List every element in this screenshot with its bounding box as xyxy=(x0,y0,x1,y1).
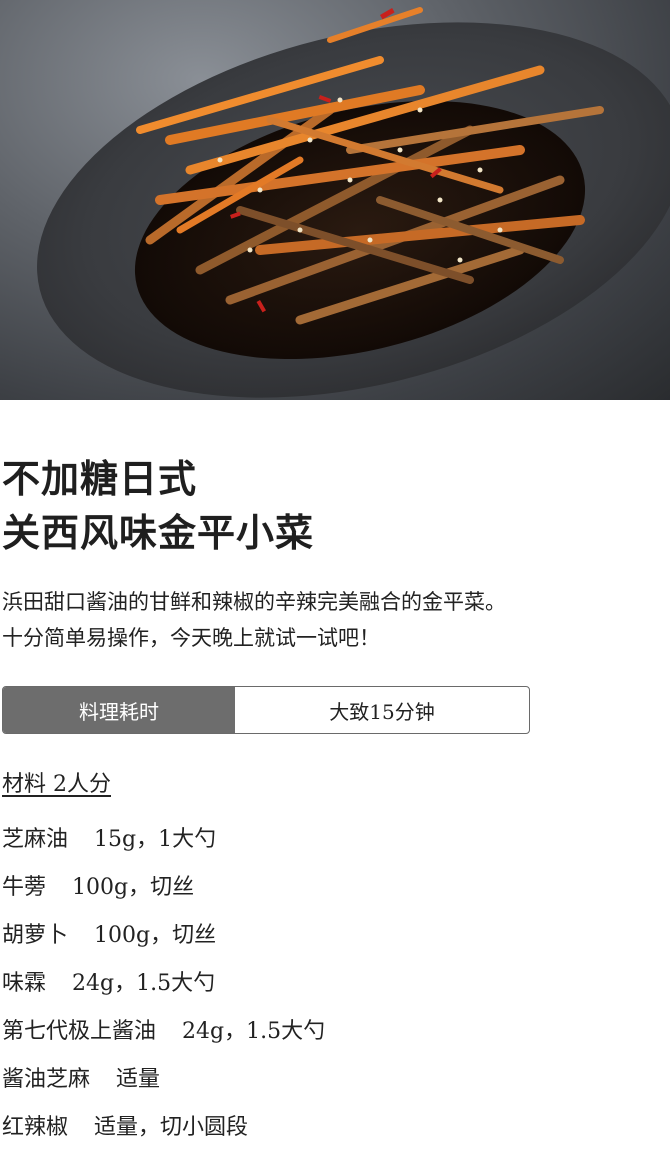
ingredient-row: 胡萝卜 100g，切丝 xyxy=(2,912,670,960)
ingredient-row: 芝麻油 15g，1大勺 xyxy=(2,816,670,864)
cook-time-box: 料理耗时 大致15分钟 xyxy=(2,686,530,734)
description-line-2: 十分简单易操作，今天晚上就试一试吧！ xyxy=(2,626,380,650)
ingredient-name: 味霖 xyxy=(2,971,47,996)
ingredient-name: 芝麻油 xyxy=(2,827,69,852)
ingredient-name: 牛蒡 xyxy=(2,875,47,900)
title-line-2: 关西风味金平小菜 xyxy=(2,510,315,555)
ingredient-row: 牛蒡 100g，切丝 xyxy=(2,864,670,912)
ingredient-amount: 适量，切小圆段 xyxy=(94,1115,249,1140)
ingredient-amount: 24g，1.5大勺 xyxy=(72,971,216,996)
ingredient-row: 味霖 24g，1.5大勺 xyxy=(2,960,670,1008)
ingredient-name: 红辣椒 xyxy=(2,1115,69,1140)
hero-photo xyxy=(0,0,670,400)
ingredient-row: 红辣椒 适量，切小圆段 xyxy=(2,1104,670,1152)
title-line-1: 不加糖日式 xyxy=(2,456,198,501)
ingredient-name: 第七代极上酱油 xyxy=(2,1019,157,1044)
ingredient-row: 第七代极上酱油 24g，1.5大勺 xyxy=(2,1008,670,1056)
description: 浜田甜口酱油的甘鲜和辣椒的辛辣完美融合的金平菜。 十分简单易操作，今天晚上就试一… xyxy=(2,584,670,656)
ingredient-amount: 24g，1.5大勺 xyxy=(182,1019,326,1044)
kinpira-dish-image xyxy=(37,7,670,398)
ingredient-name: 酱油芝麻 xyxy=(2,1067,91,1092)
description-line-1: 浜田甜口酱油的甘鲜和辣椒的辛辣完美融合的金平菜。 xyxy=(2,590,506,614)
page-title: 不加糖日式 关西风味金平小菜 xyxy=(2,452,670,560)
ingredient-amount: 15g，1大勺 xyxy=(94,827,217,852)
ingredient-amount: 100g，切丝 xyxy=(94,923,217,948)
ingredient-row: 酱油芝麻 适量 xyxy=(2,1056,670,1104)
ingredient-name: 胡萝卜 xyxy=(2,923,69,948)
ingredients-heading: 材料 2人分 xyxy=(2,772,111,797)
ingredient-amount: 100g，切丝 xyxy=(72,875,195,900)
ingredient-amount: 适量 xyxy=(116,1067,161,1092)
cook-time-value: 大致15分钟 xyxy=(329,699,435,724)
ingredients-section: 材料 2人分 芝麻油 15g，1大勺 牛蒡 100g，切丝 胡萝卜 100g，切丝 味… xyxy=(2,770,670,1152)
cook-time-label: 料理耗时 xyxy=(3,687,235,733)
